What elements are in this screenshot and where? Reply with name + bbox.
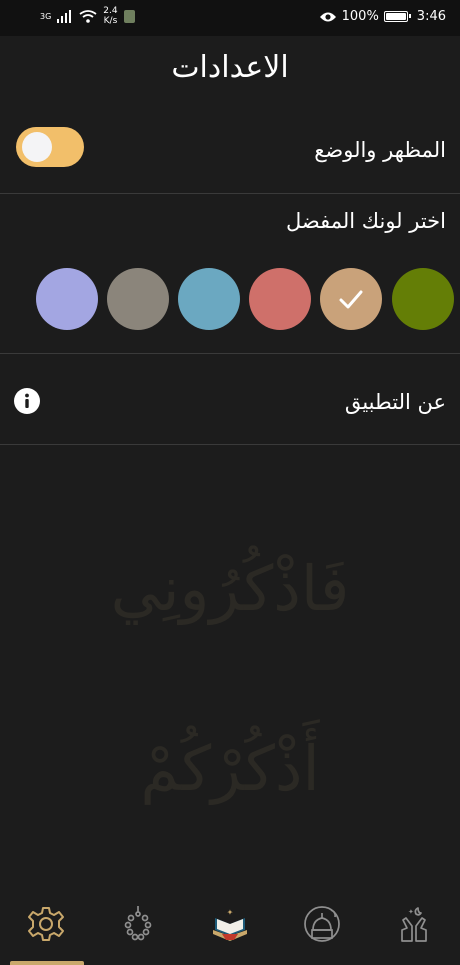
color-swatch-blue[interactable]: [178, 268, 240, 330]
color-palette: [0, 268, 460, 330]
nav-settings[interactable]: [26, 904, 66, 944]
svg-text:✦: ✦: [227, 908, 234, 917]
prayer-beads-icon: [124, 906, 152, 941]
signal-icon: [57, 9, 72, 23]
status-bar: 3G 2.4 K/s 100% 3:46: [0, 0, 460, 36]
info-icon[interactable]: [14, 388, 40, 414]
theme-toggle[interactable]: [16, 127, 84, 167]
supplication-hands-icon: ✦: [401, 907, 427, 942]
network-speed: 2.4 K/s: [103, 6, 118, 26]
about-row[interactable]: عن التطبيق: [0, 360, 460, 444]
color-swatch-olive[interactable]: [392, 268, 454, 330]
active-tab-indicator: [10, 961, 84, 965]
battery-icon: [383, 11, 411, 22]
svg-text:✦: ✦: [408, 908, 414, 916]
page-title: الاعدادات: [171, 50, 289, 85]
watermark-line-1: فَاذْكُرُونِي: [111, 544, 350, 626]
toggle-knob: [22, 132, 52, 162]
nav-mosque[interactable]: [302, 904, 342, 944]
appearance-row: المظهر والوضع: [0, 120, 460, 192]
clock: 3:46: [416, 9, 446, 24]
divider: [0, 444, 460, 445]
eye-icon: [319, 12, 336, 21]
gear-icon: [28, 907, 64, 941]
nav-supplication[interactable]: ✦: [394, 904, 434, 944]
color-swatch-red[interactable]: [249, 268, 311, 330]
app-notification-icon: [123, 9, 135, 23]
divider: [0, 353, 460, 354]
divider: [0, 193, 460, 194]
mosque-icon: [304, 906, 340, 942]
watermark-line-2: أَذْكُرْكُمْ: [140, 719, 320, 806]
color-swatch-lavender[interactable]: [36, 268, 98, 330]
bottom-navigation: ✦ ✦: [0, 890, 460, 965]
color-swatch-taupe[interactable]: [107, 268, 169, 330]
wifi-icon: [79, 9, 97, 23]
appearance-label: المظهر والوضع: [314, 138, 446, 162]
status-right: 100% 3:46: [319, 9, 446, 24]
check-icon: [339, 290, 363, 309]
calligraphy-watermark: فَاذْكُرُونِي أَذْكُرْكُمْ: [111, 544, 350, 806]
battery-percent: 100%: [341, 9, 379, 24]
quran-icon: ✦: [213, 908, 247, 941]
network-type: 3G: [40, 11, 52, 21]
about-label: عن التطبيق: [344, 390, 446, 414]
color-swatch-tan[interactable]: [320, 268, 382, 330]
nav-prayer-beads[interactable]: [118, 904, 158, 944]
nav-quran[interactable]: ✦: [210, 904, 250, 944]
status-left: 3G 2.4 K/s: [40, 6, 135, 26]
color-label: اختر لونك المفضل: [286, 209, 446, 233]
